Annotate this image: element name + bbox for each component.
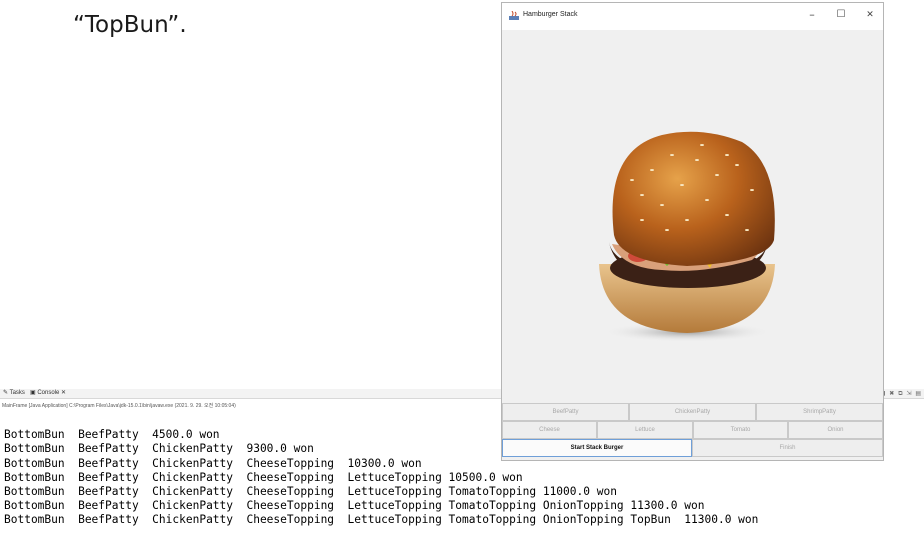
close-button[interactable]: ✕ bbox=[858, 7, 882, 23]
console-icon: ▣ bbox=[30, 390, 36, 396]
tasks-icon: ✎ bbox=[3, 390, 9, 396]
console-line: BottomBun BeefPatty ChickenPatty CheeseT… bbox=[4, 485, 617, 499]
chicken-patty-button[interactable]: ChickenPatty bbox=[629, 403, 756, 421]
document-text: “TopBun”. bbox=[73, 12, 187, 38]
burger-canvas bbox=[502, 30, 883, 403]
console-line: BottomBun BeefPatty ChickenPatty CheeseT… bbox=[4, 470, 523, 484]
window-titlebar[interactable]: Hamburger Stack – ☐ ✕ bbox=[502, 3, 883, 30]
maximize-button[interactable]: ☐ bbox=[829, 7, 853, 23]
start-stack-burger-button[interactable]: Start Stack Burger bbox=[502, 439, 692, 457]
minimize-button[interactable]: – bbox=[800, 7, 824, 23]
hamburger-image bbox=[599, 131, 775, 342]
java-app-icon bbox=[509, 11, 519, 20]
console-line: BottomBun BeefPatty ChickenPatty CheeseT… bbox=[4, 513, 759, 527]
window-title: Hamburger Stack bbox=[523, 11, 578, 18]
control-button-row: Start Stack Burger Finish bbox=[502, 439, 883, 457]
topping-button-row: Cheese Lettuce Tomato Onion bbox=[502, 421, 883, 439]
lettuce-button[interactable]: Lettuce bbox=[597, 421, 693, 439]
tab-tasks[interactable]: ✎ Tasks bbox=[3, 389, 25, 398]
tab-console[interactable]: ▣ Console ✕ bbox=[30, 389, 66, 398]
console-status: MainFrame [Java Application] C:\Program … bbox=[2, 403, 236, 409]
beef-patty-button[interactable]: BeefPatty bbox=[502, 403, 629, 421]
onion-button[interactable]: Onion bbox=[788, 421, 883, 439]
finish-button[interactable]: Finish bbox=[692, 439, 883, 457]
cheese-button[interactable]: Cheese bbox=[502, 421, 597, 439]
tomato-button[interactable]: Tomato bbox=[693, 421, 788, 439]
shrimp-patty-button[interactable]: ShrimpPatty bbox=[756, 403, 883, 421]
hamburger-window: Hamburger Stack – ☐ ✕ BeefPatty ChickenP… bbox=[501, 2, 884, 461]
console-toolbar-icons[interactable]: ■ ✖ ⧉ ⇲ ▤ bbox=[880, 390, 922, 398]
patty-button-row: BeefPatty ChickenPatty ShrimpPatty bbox=[502, 403, 883, 421]
console-line: BottomBun BeefPatty ChickenPatty CheeseT… bbox=[4, 499, 705, 513]
